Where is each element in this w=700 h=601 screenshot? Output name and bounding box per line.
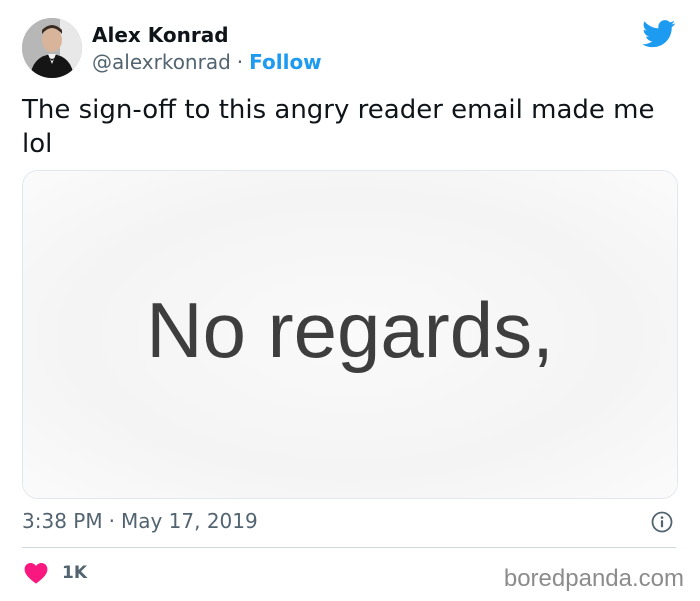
author-handle-row: @alexrkonrad · Follow <box>92 50 322 74</box>
tweet-date: May 17, 2019 <box>120 509 258 533</box>
tweet-time: 3:38 PM <box>22 509 103 533</box>
like-count: 1K <box>62 563 88 583</box>
heart-icon <box>24 563 48 584</box>
media-text: No regards, <box>146 286 554 374</box>
timestamp-separator: · <box>108 509 115 533</box>
avatar[interactable] <box>22 18 82 78</box>
tweet-media[interactable]: No regards, <box>22 170 678 499</box>
follow-button[interactable]: Follow <box>249 50 322 74</box>
watermark-text: boredpanda.com <box>503 565 684 592</box>
handle-separator: · <box>236 50 244 74</box>
twitter-bird-icon[interactable] <box>642 20 676 48</box>
tweet-text: The sign-off to this angry reader email … <box>22 95 655 159</box>
author-handle[interactable]: @alexrkonrad <box>92 50 231 74</box>
divider <box>22 547 676 548</box>
tweet-card: Alex Konrad @alexrkonrad · Follow The sign… <box>0 0 700 601</box>
avatar-image <box>22 18 82 78</box>
like-button[interactable]: 1K <box>24 562 87 584</box>
timestamp-row[interactable]: 3:38 PM · May 17, 2019 <box>22 509 258 533</box>
info-icon[interactable] <box>651 511 673 533</box>
author-name[interactable]: Alex Konrad <box>92 23 229 47</box>
